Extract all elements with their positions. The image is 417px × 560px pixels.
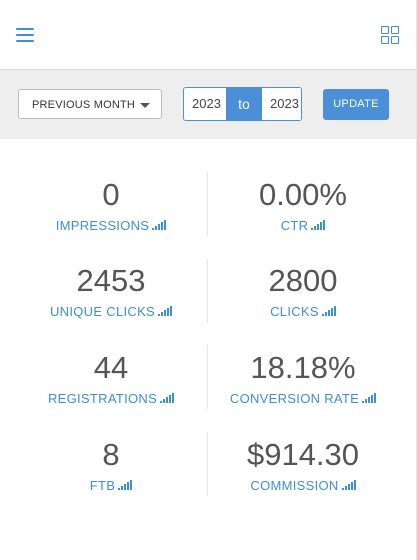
date-from-input[interactable]: 2023 (184, 88, 226, 120)
signal-bars-icon (321, 306, 336, 316)
signal-bars-icon (118, 480, 133, 490)
stat-value: 8 (102, 437, 120, 472)
stat-value: 0.00% (259, 177, 347, 212)
stat-label-link[interactable]: CTR (281, 218, 326, 233)
stat-label: UNIQUE CLICKS (49, 304, 156, 319)
hamburger-icon[interactable] (16, 28, 34, 42)
date-to-input[interactable]: 2023 (262, 88, 301, 120)
caret-down-icon (140, 103, 150, 108)
stat-value: 0 (102, 177, 120, 212)
stat-value: 2453 (76, 263, 146, 298)
stat-value: 44 (93, 350, 129, 385)
stat-ctr: 0.00% CTR (203, 177, 403, 235)
stat-label-link[interactable]: CONVERSION RATE (229, 391, 377, 406)
stat-unique-clicks: 2453 UNIQUE CLICKS (11, 263, 211, 321)
stat-label-link[interactable]: CLICKS (270, 304, 336, 319)
signal-bars-icon (341, 480, 356, 490)
stat-label: CTR (280, 218, 309, 233)
stats-grid: 0 IMPRESSIONS 0.00% CTR 2453 UNIQUE CLIC… (0, 140, 417, 560)
stat-label-link[interactable]: COMMISSION (250, 478, 356, 493)
signal-bars-icon (362, 393, 377, 403)
stat-label-link[interactable]: FTB (89, 478, 133, 493)
period-select-label: PREVIOUS MONTH (32, 99, 136, 111)
stat-label-link[interactable]: UNIQUE CLICKS (49, 304, 173, 319)
stat-ftb: 8 FTB (11, 437, 211, 495)
stat-label-link[interactable]: IMPRESSIONS (56, 218, 167, 233)
stat-label: CONVERSION RATE (229, 391, 360, 406)
stat-commission: $914.30 COMMISSION (203, 437, 403, 495)
stat-label: IMPRESSIONS (55, 218, 150, 233)
date-range-to-label: to (226, 88, 262, 120)
stat-impressions: 0 IMPRESSIONS (11, 177, 211, 235)
date-range: 2023 to 2023 (183, 87, 302, 121)
signal-bars-icon (158, 306, 173, 316)
signal-bars-icon (152, 220, 167, 230)
update-button[interactable]: UPDATE (323, 89, 389, 120)
stat-label: FTB (89, 478, 116, 493)
stat-value: 18.18% (250, 350, 356, 385)
stat-registrations: 44 REGISTRATIONS (11, 350, 211, 408)
stat-value: 2800 (268, 263, 338, 298)
stat-conversion-rate: 18.18% CONVERSION RATE (203, 350, 403, 408)
grid-icon[interactable] (381, 26, 401, 46)
stat-clicks: 2800 CLICKS (203, 263, 403, 321)
signal-bars-icon (311, 220, 326, 230)
stat-label: CLICKS (270, 304, 319, 319)
signal-bars-icon (160, 393, 175, 403)
stat-label-link[interactable]: REGISTRATIONS (47, 391, 175, 406)
stat-label: COMMISSION (250, 478, 339, 493)
stat-label: REGISTRATIONS (47, 391, 158, 406)
period-select[interactable]: PREVIOUS MONTH (18, 89, 162, 119)
top-bar (0, 0, 417, 70)
stat-value: $914.30 (246, 437, 360, 472)
